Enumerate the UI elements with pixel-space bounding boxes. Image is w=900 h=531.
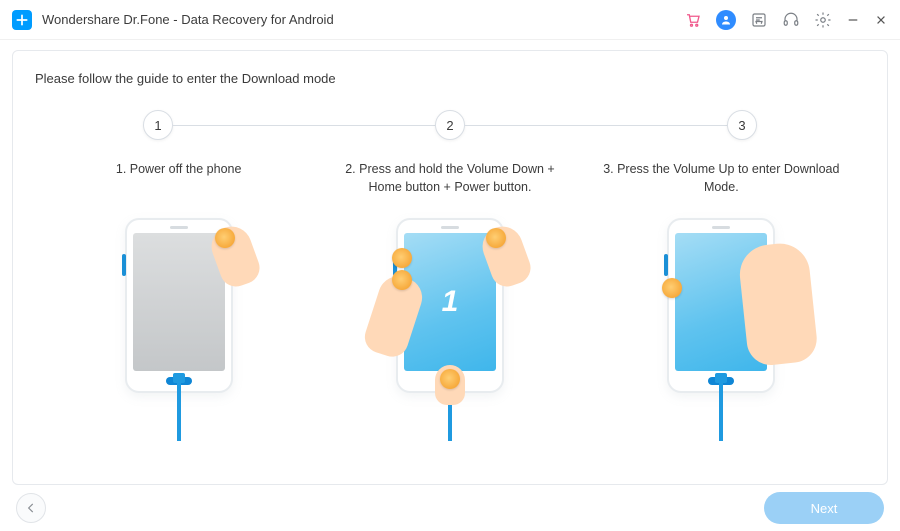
steps-row: 1. Power off the phone 2. Press and hold… [33, 160, 867, 443]
footer: Next [0, 485, 900, 531]
cart-icon[interactable] [684, 11, 702, 29]
close-button[interactable] [874, 13, 888, 27]
back-button[interactable] [16, 493, 46, 523]
app-title: Wondershare Dr.Fone - Data Recovery for … [42, 12, 684, 27]
step-line [173, 125, 435, 126]
titlebar-actions [684, 10, 888, 30]
feedback-icon[interactable] [750, 11, 768, 29]
content-card: Please follow the guide to enter the Dow… [12, 50, 888, 485]
step-2-label: 2. Press and hold the Volume Down + Home… [325, 160, 575, 210]
step-1-label: 1. Power off the phone [110, 160, 248, 210]
step-1-illustration [59, 218, 299, 443]
next-button[interactable]: Next [764, 492, 884, 524]
titlebar: Wondershare Dr.Fone - Data Recovery for … [0, 0, 900, 40]
settings-icon[interactable] [814, 11, 832, 29]
step-2-illustration: 1 [330, 218, 570, 443]
step-3: 3. Press the Volume Up to enter Download… [596, 160, 846, 443]
step-line [465, 125, 727, 126]
account-icon[interactable] [716, 10, 736, 30]
instruction-text: Please follow the guide to enter the Dow… [33, 71, 867, 86]
progress-stepper: 1 2 3 [33, 110, 867, 140]
minimize-button[interactable] [846, 13, 860, 27]
step-node-1: 1 [143, 110, 173, 140]
step-node-2: 2 [435, 110, 465, 140]
step-3-label: 3. Press the Volume Up to enter Download… [596, 160, 846, 210]
app-logo [12, 10, 32, 30]
step-node-3: 3 [727, 110, 757, 140]
step-1: 1. Power off the phone [54, 160, 304, 443]
step-3-illustration [601, 218, 841, 443]
support-icon[interactable] [782, 11, 800, 29]
step-2: 2. Press and hold the Volume Down + Home… [325, 160, 575, 443]
